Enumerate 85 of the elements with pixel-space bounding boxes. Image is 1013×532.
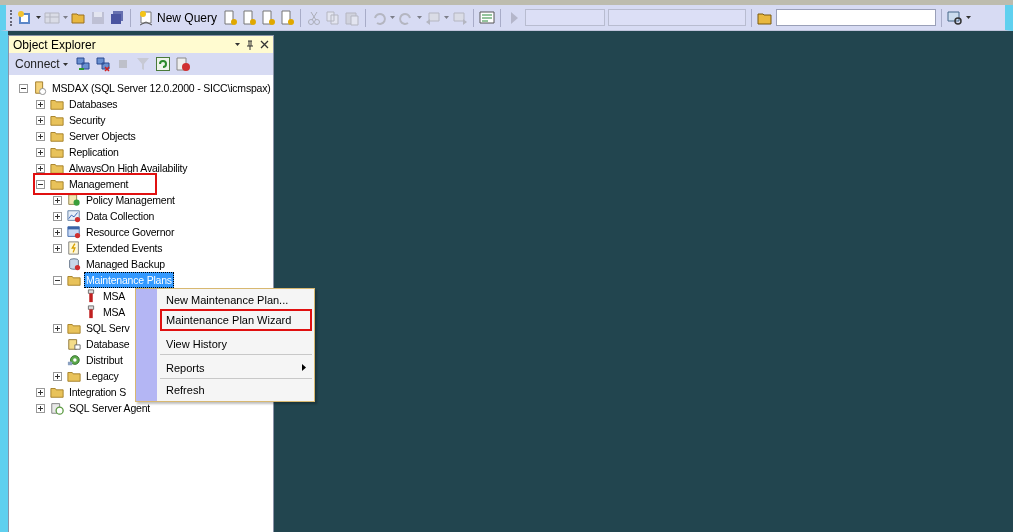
new-query-icon (138, 9, 154, 26)
document-icon[interactable] (260, 9, 277, 26)
connect-button[interactable]: Connect (12, 57, 71, 71)
expand-icon[interactable] (53, 211, 64, 221)
server-icon (33, 81, 47, 95)
document-icon (67, 241, 81, 255)
expand-icon[interactable] (53, 195, 64, 205)
tree-item[interactable]: MSA (101, 304, 128, 320)
expand-icon[interactable] (53, 227, 64, 237)
document-icon[interactable] (222, 9, 239, 26)
tree-item[interactable]: Managed Backup (84, 256, 167, 272)
agent-icon (50, 401, 64, 415)
folder-icon (50, 161, 64, 175)
window-icon (67, 225, 81, 239)
tree-item[interactable]: Data Collection (84, 208, 157, 224)
close-icon[interactable] (260, 40, 269, 49)
tree-item[interactable]: Distribut (84, 352, 125, 368)
tree-item[interactable]: AlwaysOn High Availability (67, 160, 190, 176)
dropdown-field[interactable] (608, 9, 747, 26)
tree-item[interactable]: Replication (67, 144, 121, 160)
folder-icon (50, 145, 64, 159)
dropdown-field[interactable] (776, 9, 937, 26)
folder-icon (67, 369, 81, 383)
folder-icon (50, 97, 64, 111)
expand-icon[interactable] (36, 387, 47, 397)
menu-item[interactable]: New Maintenance Plan... (160, 291, 312, 309)
document-icon[interactable] (279, 9, 296, 26)
collapse-icon[interactable] (53, 275, 64, 285)
tree-item[interactable]: Management (67, 176, 131, 192)
folder-icon (50, 113, 64, 127)
expand-icon[interactable] (36, 403, 47, 413)
gear-icon (67, 353, 81, 367)
expand-icon[interactable] (53, 243, 64, 253)
document-icon[interactable] (241, 9, 258, 26)
tree-item[interactable]: Legacy (84, 368, 121, 384)
folder-icon (50, 129, 64, 143)
tree-item[interactable]: Databases (67, 96, 120, 112)
save-all-icon[interactable] (109, 9, 125, 26)
tree-item[interactable]: Security (67, 112, 108, 128)
caret-icon[interactable] (966, 16, 972, 19)
tree-item[interactable]: Policy Management (84, 192, 177, 208)
tree-item[interactable]: SQL Serv (84, 320, 132, 336)
tree-item[interactable]: Extended Events (84, 240, 165, 256)
connect-icon[interactable] (74, 56, 91, 72)
expand-icon[interactable] (36, 147, 47, 157)
report-icon[interactable] (479, 9, 496, 26)
caret-icon[interactable] (235, 43, 240, 46)
tree-item[interactable]: Resource Governor (84, 224, 177, 240)
expand-icon[interactable] (53, 371, 64, 381)
menu-item[interactable]: View History (160, 333, 312, 355)
mail-icon (67, 337, 81, 351)
panel-title: Object Explorer (13, 37, 96, 52)
tree-item[interactable]: Server Objects (67, 128, 138, 144)
tree-item[interactable]: MSA (101, 288, 128, 304)
expand-icon[interactable] (36, 131, 47, 141)
activity-icon[interactable] (174, 56, 191, 72)
database-icon (67, 257, 81, 271)
folder-icon (67, 321, 81, 335)
folder-icon (50, 177, 64, 191)
tree-item[interactable]: MSDAX (SQL Server 12.0.2000 - SICC\icmspax) (50, 80, 273, 96)
new-project-icon[interactable] (17, 9, 33, 26)
disconnect-icon[interactable] (94, 56, 111, 72)
tree-item[interactable]: Integration S (67, 384, 128, 400)
expand-icon[interactable] (36, 163, 47, 173)
folder-icon (50, 385, 64, 399)
scroll-icon (67, 193, 81, 207)
chart-icon (67, 209, 81, 223)
collapse-icon[interactable] (36, 179, 47, 189)
menu-item[interactable]: Reports (160, 357, 312, 379)
folder-icon (67, 273, 81, 287)
tree-item[interactable]: SQL Server Agent (67, 400, 153, 416)
pin-icon[interactable] (246, 39, 254, 50)
tree-item[interactable]: Database (84, 336, 132, 352)
expand-icon[interactable] (36, 99, 47, 109)
expand-icon[interactable] (36, 115, 47, 125)
new-query-button[interactable]: New Query (136, 9, 220, 26)
caret-icon (62, 62, 68, 66)
dropdown-field[interactable] (525, 9, 606, 26)
refresh-icon[interactable] (154, 56, 171, 72)
collapse-icon[interactable] (19, 83, 30, 93)
menu-item[interactable]: Maintenance Plan Wizard (160, 309, 312, 331)
expand-icon[interactable] (53, 323, 64, 333)
menu-item[interactable]: Refresh (160, 381, 312, 399)
search-icon[interactable] (947, 9, 964, 26)
caret-icon[interactable] (36, 16, 41, 19)
